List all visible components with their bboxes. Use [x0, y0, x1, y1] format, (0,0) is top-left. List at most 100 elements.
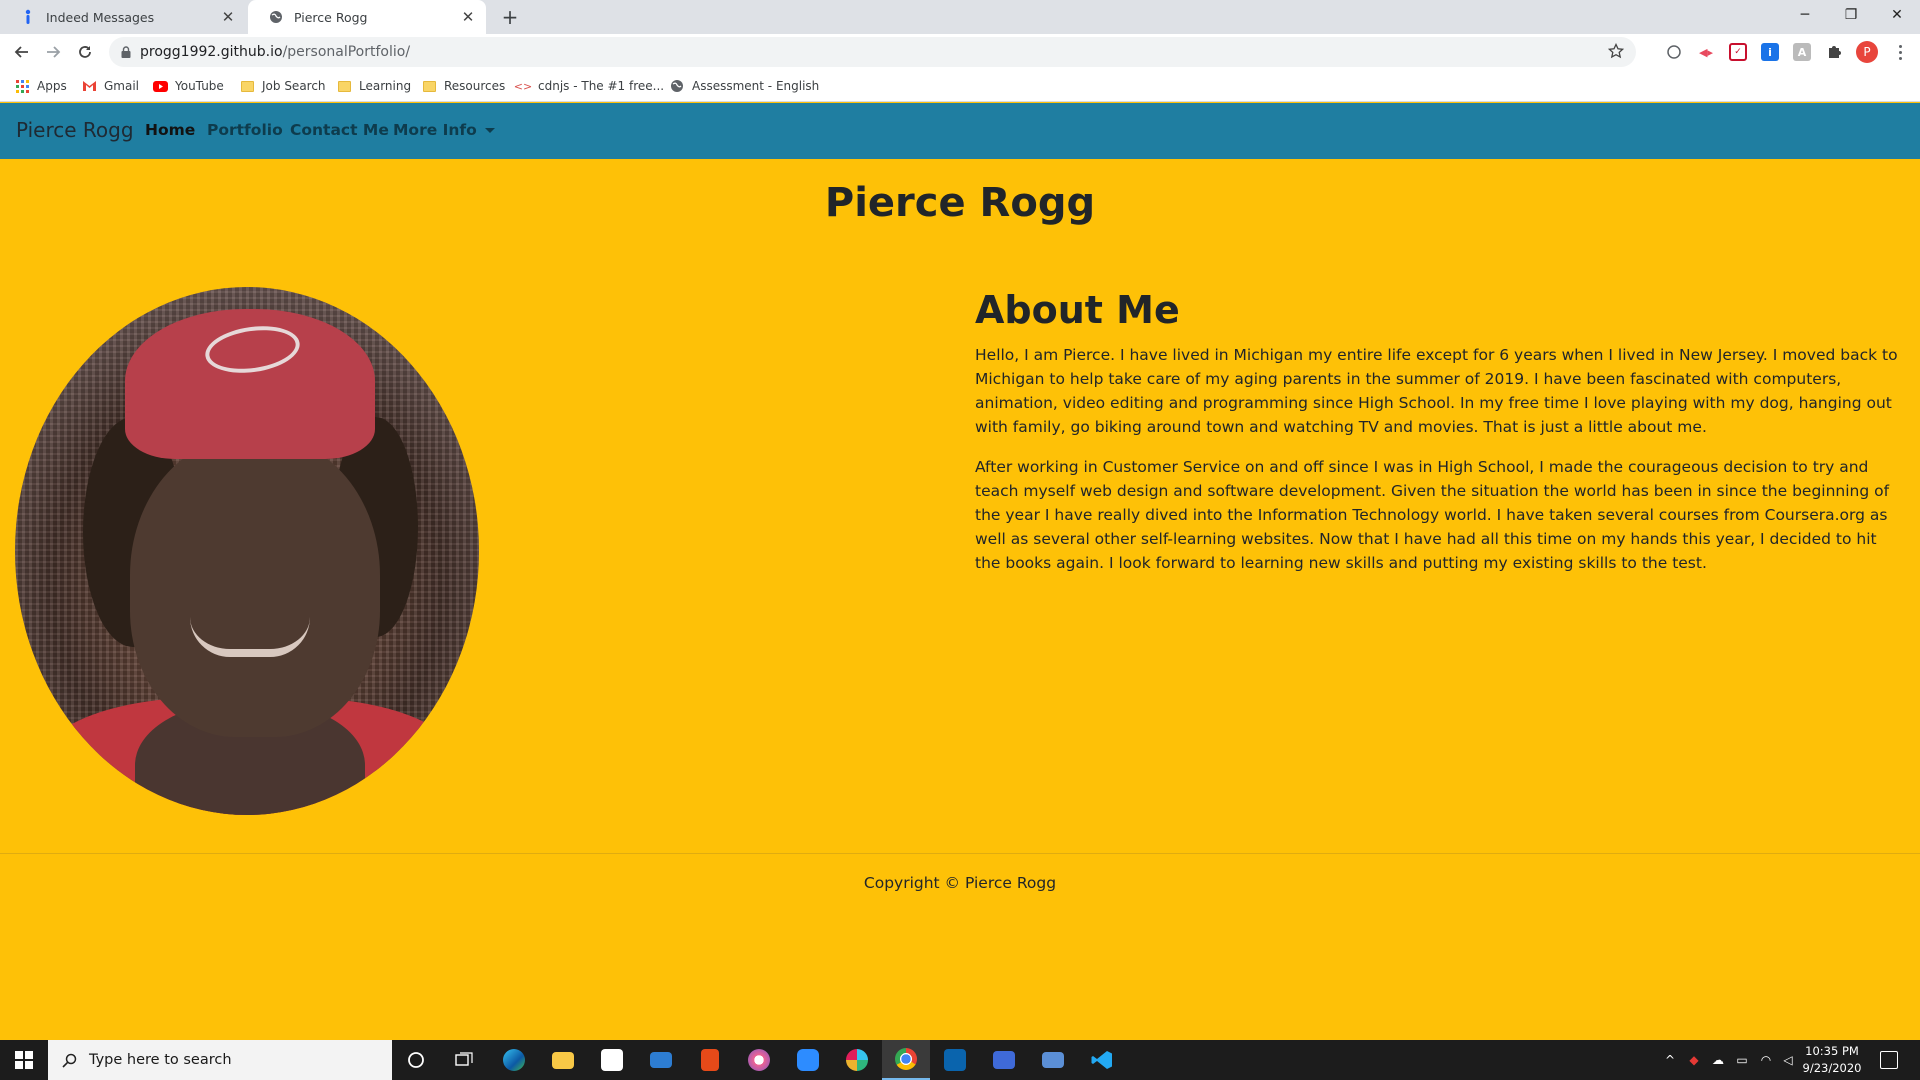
onedrive-cloud-icon[interactable]: ☁	[1710, 1052, 1726, 1068]
bookmark-youtube[interactable]: YouTube	[152, 76, 224, 96]
taskbar-clock[interactable]: 10:35 PM 9/23/2020	[1802, 1043, 1862, 1077]
taskbar-slack[interactable]	[833, 1040, 881, 1080]
taskbar-mail[interactable]	[637, 1040, 685, 1080]
task-view-icon	[455, 1052, 473, 1066]
messenger-extension-icon[interactable]	[1665, 43, 1683, 61]
taskbar-chrome[interactable]	[882, 1040, 930, 1080]
apps-grid-icon	[14, 78, 30, 94]
office-icon	[701, 1049, 719, 1071]
task-view-button[interactable]	[440, 1040, 488, 1080]
nav-link-portfolio[interactable]: Portfolio	[207, 121, 283, 139]
globe-icon	[669, 78, 685, 94]
taskbar-network-tool[interactable]	[1029, 1040, 1077, 1080]
folder-icon	[336, 78, 352, 94]
folder-icon	[239, 78, 255, 94]
wifi-icon[interactable]: ◠	[1758, 1052, 1774, 1068]
lock-icon[interactable]	[121, 46, 131, 58]
url-host: progg1992.github.io	[140, 44, 283, 60]
about-paragraph-1: Hello, I am Pierce. I have lived in Mich…	[975, 346, 1898, 436]
action-center-icon[interactable]	[1880, 1051, 1898, 1069]
tab-indeed-messages[interactable]: Indeed Messages ✕	[0, 0, 246, 34]
minimize-window-button[interactable]: ─	[1782, 0, 1828, 30]
bookmark-label: Resources	[444, 79, 506, 93]
profile-photo	[15, 287, 479, 815]
taskbar-edge[interactable]	[490, 1040, 538, 1080]
taskbar-vscode[interactable]	[1078, 1040, 1126, 1080]
restore-window-button[interactable]: ❐	[1828, 0, 1874, 30]
show-hidden-icons-chevron-up-icon[interactable]: ^	[1662, 1052, 1678, 1068]
bookmark-label: Assessment - English	[692, 79, 820, 93]
taskbar-itunes[interactable]	[735, 1040, 783, 1080]
close-window-button[interactable]: ✕	[1874, 0, 1920, 30]
bookmark-gmail[interactable]: Gmail	[81, 76, 139, 96]
nav-link-home[interactable]: Home	[145, 121, 195, 139]
bookmarks-bar: Apps Gmail YouTube Job Search Learning R…	[0, 70, 1920, 102]
start-button[interactable]	[0, 1040, 48, 1080]
volume-icon[interactable]: ◁	[1780, 1052, 1796, 1068]
arrow-right-icon	[47, 46, 61, 58]
mail-icon	[650, 1052, 672, 1068]
slack-icon	[846, 1049, 868, 1071]
browser-tab-strip: Indeed Messages ✕ Pierce Rogg ✕ + ─ ❐ ✕	[0, 0, 1920, 34]
bookmark-folder-job-search[interactable]: Job Search	[239, 76, 326, 96]
caret-down-icon	[484, 127, 495, 133]
taskbar-office[interactable]	[686, 1040, 734, 1080]
bookmark-folder-resources[interactable]: Resources	[421, 76, 505, 96]
extensions-puzzle-icon[interactable]	[1825, 43, 1843, 61]
clock-time: 10:35 PM	[1805, 1044, 1859, 1058]
browser-menu-icon[interactable]	[1890, 42, 1910, 62]
taskbar-outlook[interactable]	[931, 1040, 979, 1080]
new-tab-button[interactable]: +	[498, 5, 522, 29]
taskbar-store[interactable]	[588, 1040, 636, 1080]
translate-extension-icon[interactable]: A	[1793, 43, 1811, 61]
taskbar-file-explorer[interactable]	[539, 1040, 587, 1080]
address-bar[interactable]: progg1992.github.io/personalPortfolio/	[109, 37, 1636, 67]
forward-button[interactable]	[39, 38, 67, 66]
reload-button[interactable]	[71, 38, 99, 66]
bookmark-label: Gmail	[104, 79, 140, 93]
folder-icon	[552, 1051, 574, 1069]
edge-icon	[503, 1049, 525, 1071]
indeed-icon	[20, 9, 36, 25]
taskbar-remote-desktop[interactable]	[980, 1040, 1028, 1080]
search-placeholder: Type here to search	[89, 1052, 232, 1068]
tab-title: Pierce Rogg	[294, 9, 368, 25]
profile-avatar[interactable]: P	[1856, 41, 1878, 63]
itunes-icon	[748, 1049, 770, 1071]
close-tab-icon[interactable]: ✕	[458, 7, 478, 27]
pocket-extension-icon[interactable]: ✓	[1729, 43, 1747, 61]
remote-desktop-icon	[993, 1051, 1015, 1069]
nav-dropdown-more-info[interactable]: More Info	[393, 121, 495, 139]
bookmark-folder-learning[interactable]: Learning	[336, 76, 411, 96]
info-extension-icon[interactable]: i	[1761, 43, 1779, 61]
navbar-brand[interactable]: Pierce Rogg	[16, 118, 134, 142]
back-button[interactable]	[8, 38, 36, 66]
taskbar-search-box[interactable]: Type here to search	[48, 1040, 392, 1080]
windows-logo-icon	[15, 1051, 33, 1069]
nav-link-contact-me[interactable]: Contact Me	[290, 121, 389, 139]
battery-icon[interactable]: ▭	[1734, 1052, 1750, 1068]
network-tool-icon	[1042, 1052, 1064, 1068]
close-tab-icon[interactable]: ✕	[218, 7, 238, 27]
code-icon: <>	[513, 79, 533, 93]
tab-pierce-rogg[interactable]: Pierce Rogg ✕	[248, 0, 486, 34]
bookmark-star-icon[interactable]	[1607, 42, 1625, 63]
cortana-icon	[408, 1052, 424, 1068]
cortana-button[interactable]	[392, 1040, 440, 1080]
mcafee-icon[interactable]: ◆	[1686, 1052, 1702, 1068]
footer-copyright: Copyright © Pierce Rogg	[863, 874, 1057, 892]
bookmark-assessment-english[interactable]: Assessment - English	[669, 76, 819, 96]
bookmark-apps[interactable]: Apps	[14, 76, 67, 96]
windows-taskbar: Type here to search ^ ◆ ☁ ▭ ◠ ◁ 10:35 PM…	[0, 1040, 1920, 1080]
bookmark-cdnjs[interactable]: <> cdnjs - The #1 free...	[513, 76, 665, 96]
browser-toolbar: progg1992.github.io/personalPortfolio/ ◀…	[0, 34, 1920, 70]
chrome-icon	[895, 1048, 917, 1070]
page-title: Pierce Rogg	[824, 180, 1096, 226]
bookmark-label: cdnjs - The #1 free...	[538, 79, 665, 93]
reload-icon	[79, 46, 91, 58]
footer-divider	[0, 853, 1920, 854]
taskbar-zoom[interactable]	[784, 1040, 832, 1080]
bookmark-label: YouTube	[175, 79, 224, 93]
clock-date: 9/23/2020	[1802, 1061, 1862, 1075]
screen-recorder-extension-icon[interactable]: ◀▸	[1697, 43, 1715, 61]
